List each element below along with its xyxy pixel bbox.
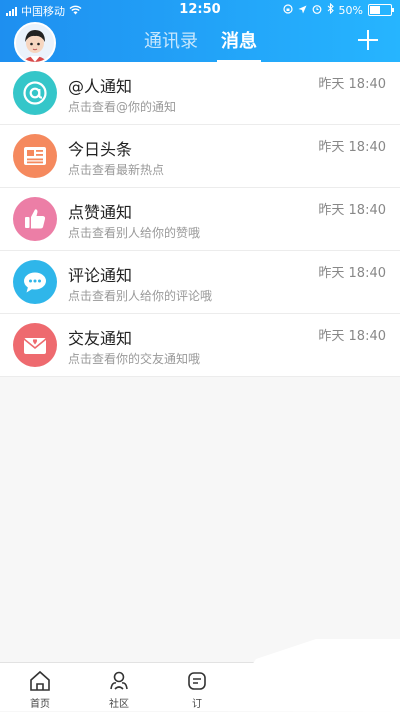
list-item-friends[interactable]: 交友通知 点击查看你的交友通知哦 昨天 18:40	[0, 314, 400, 377]
location-icon	[298, 4, 307, 17]
item-description: 点击查看@你的通知	[68, 100, 177, 114]
item-description: 点击查看你的交友通知哦	[68, 352, 201, 366]
item-title: 今日头条	[68, 140, 133, 159]
chat-bubble-icon	[13, 260, 57, 304]
item-time: 昨天 18:40	[318, 203, 386, 218]
item-description: 点击查看别人给你的赞哦	[68, 226, 201, 240]
list-item-headlines[interactable]: 今日头条 点击查看最新热点 昨天 18:40	[0, 125, 400, 188]
tabbar-home-label: 首页	[30, 699, 50, 710]
item-description: 点击查看别人给你的评论哦	[68, 289, 213, 303]
battery-icon	[368, 4, 394, 16]
tab-contacts[interactable]: 通讯录	[144, 30, 198, 54]
alarm-icon	[312, 4, 322, 17]
item-time: 昨天 18:40	[318, 266, 386, 281]
corner-fold-overlay	[220, 639, 400, 712]
tab-messages[interactable]: 消息	[217, 30, 261, 62]
item-time: 昨天 18:40	[318, 77, 386, 92]
item-title: 交友通知	[68, 329, 133, 348]
add-icon[interactable]	[358, 30, 378, 50]
app-header: 中国移动 12:50 50% 通讯录 消息	[0, 0, 400, 64]
list-item-at-notice[interactable]: @人通知 点击查看@你的通知 昨天 18:40	[0, 62, 400, 125]
home-icon	[30, 670, 50, 691]
tabbar-community-label: 社区	[109, 699, 129, 710]
lock-rotation-icon	[282, 3, 293, 17]
at-icon	[13, 71, 57, 115]
envelope-heart-icon	[13, 323, 57, 367]
item-time: 昨天 18:40	[318, 140, 386, 155]
community-icon	[110, 671, 128, 690]
status-bar: 中国移动 12:50 50%	[0, 0, 400, 20]
list-item-comments[interactable]: 评论通知 点击查看别人给你的评论哦 昨天 18:40	[0, 251, 400, 314]
tabbar-home[interactable]: 首页	[15, 669, 65, 710]
thumbs-up-icon	[13, 197, 57, 241]
message-list: @人通知 点击查看@你的通知 昨天 18:40 今日头条 点击查看最新热点 昨天…	[0, 62, 400, 377]
header-tabs: 通讯录 消息	[0, 30, 400, 62]
battery-percent: 50%	[338, 3, 363, 17]
newspaper-icon	[13, 134, 57, 178]
item-title: @人通知	[68, 77, 133, 96]
item-description: 点击查看最新热点	[68, 163, 165, 177]
item-title: 点赞通知	[68, 203, 133, 222]
tabbar-community[interactable]: 社区	[94, 669, 144, 710]
list-item-likes[interactable]: 点赞通知 点击查看别人给你的赞哦 昨天 18:40	[0, 188, 400, 251]
bluetooth-icon	[327, 2, 334, 17]
item-title: 评论通知	[68, 266, 133, 285]
item-time: 昨天 18:40	[318, 329, 386, 344]
bottom-tab-bar: 首页 社区 订	[0, 639, 400, 712]
